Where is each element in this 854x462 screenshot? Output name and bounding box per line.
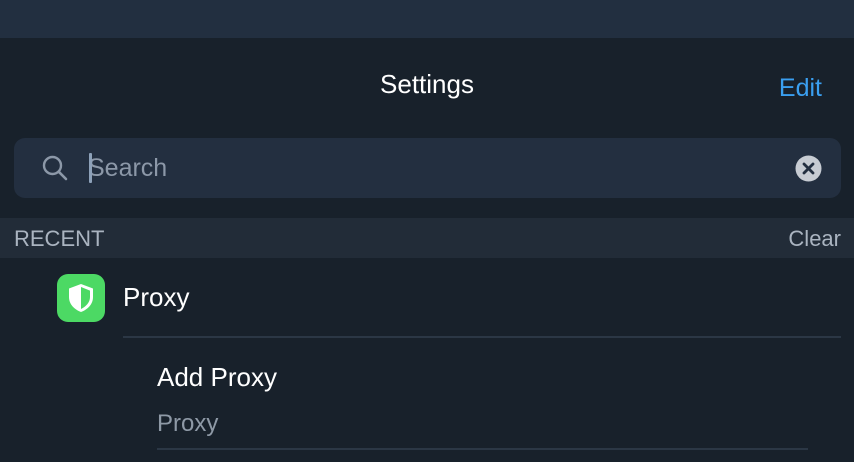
result-add-proxy[interactable]: Add Proxy Proxy bbox=[0, 338, 854, 450]
navigation-bar: Settings Edit bbox=[0, 38, 854, 136]
status-bar-area bbox=[0, 0, 854, 38]
text-cursor bbox=[89, 153, 92, 183]
recent-section-header: RECENT Clear bbox=[0, 218, 854, 258]
section-title: RECENT bbox=[14, 226, 105, 251]
proxy-app-icon bbox=[57, 274, 105, 322]
edit-button[interactable]: Edit bbox=[779, 73, 822, 103]
list-item-label: Proxy bbox=[123, 282, 190, 312]
search-icon bbox=[42, 155, 68, 181]
clear-recent-button[interactable]: Clear bbox=[788, 226, 841, 252]
recent-item-proxy[interactable]: Proxy bbox=[0, 258, 854, 338]
shield-icon bbox=[69, 284, 93, 312]
result-title: Add Proxy bbox=[157, 362, 277, 392]
search-input[interactable] bbox=[88, 148, 778, 188]
result-subtitle: Proxy bbox=[157, 410, 219, 437]
clear-search-icon[interactable] bbox=[795, 155, 822, 182]
page-title: Settings bbox=[380, 69, 474, 99]
divider bbox=[157, 448, 808, 450]
search-bar[interactable] bbox=[14, 138, 841, 198]
